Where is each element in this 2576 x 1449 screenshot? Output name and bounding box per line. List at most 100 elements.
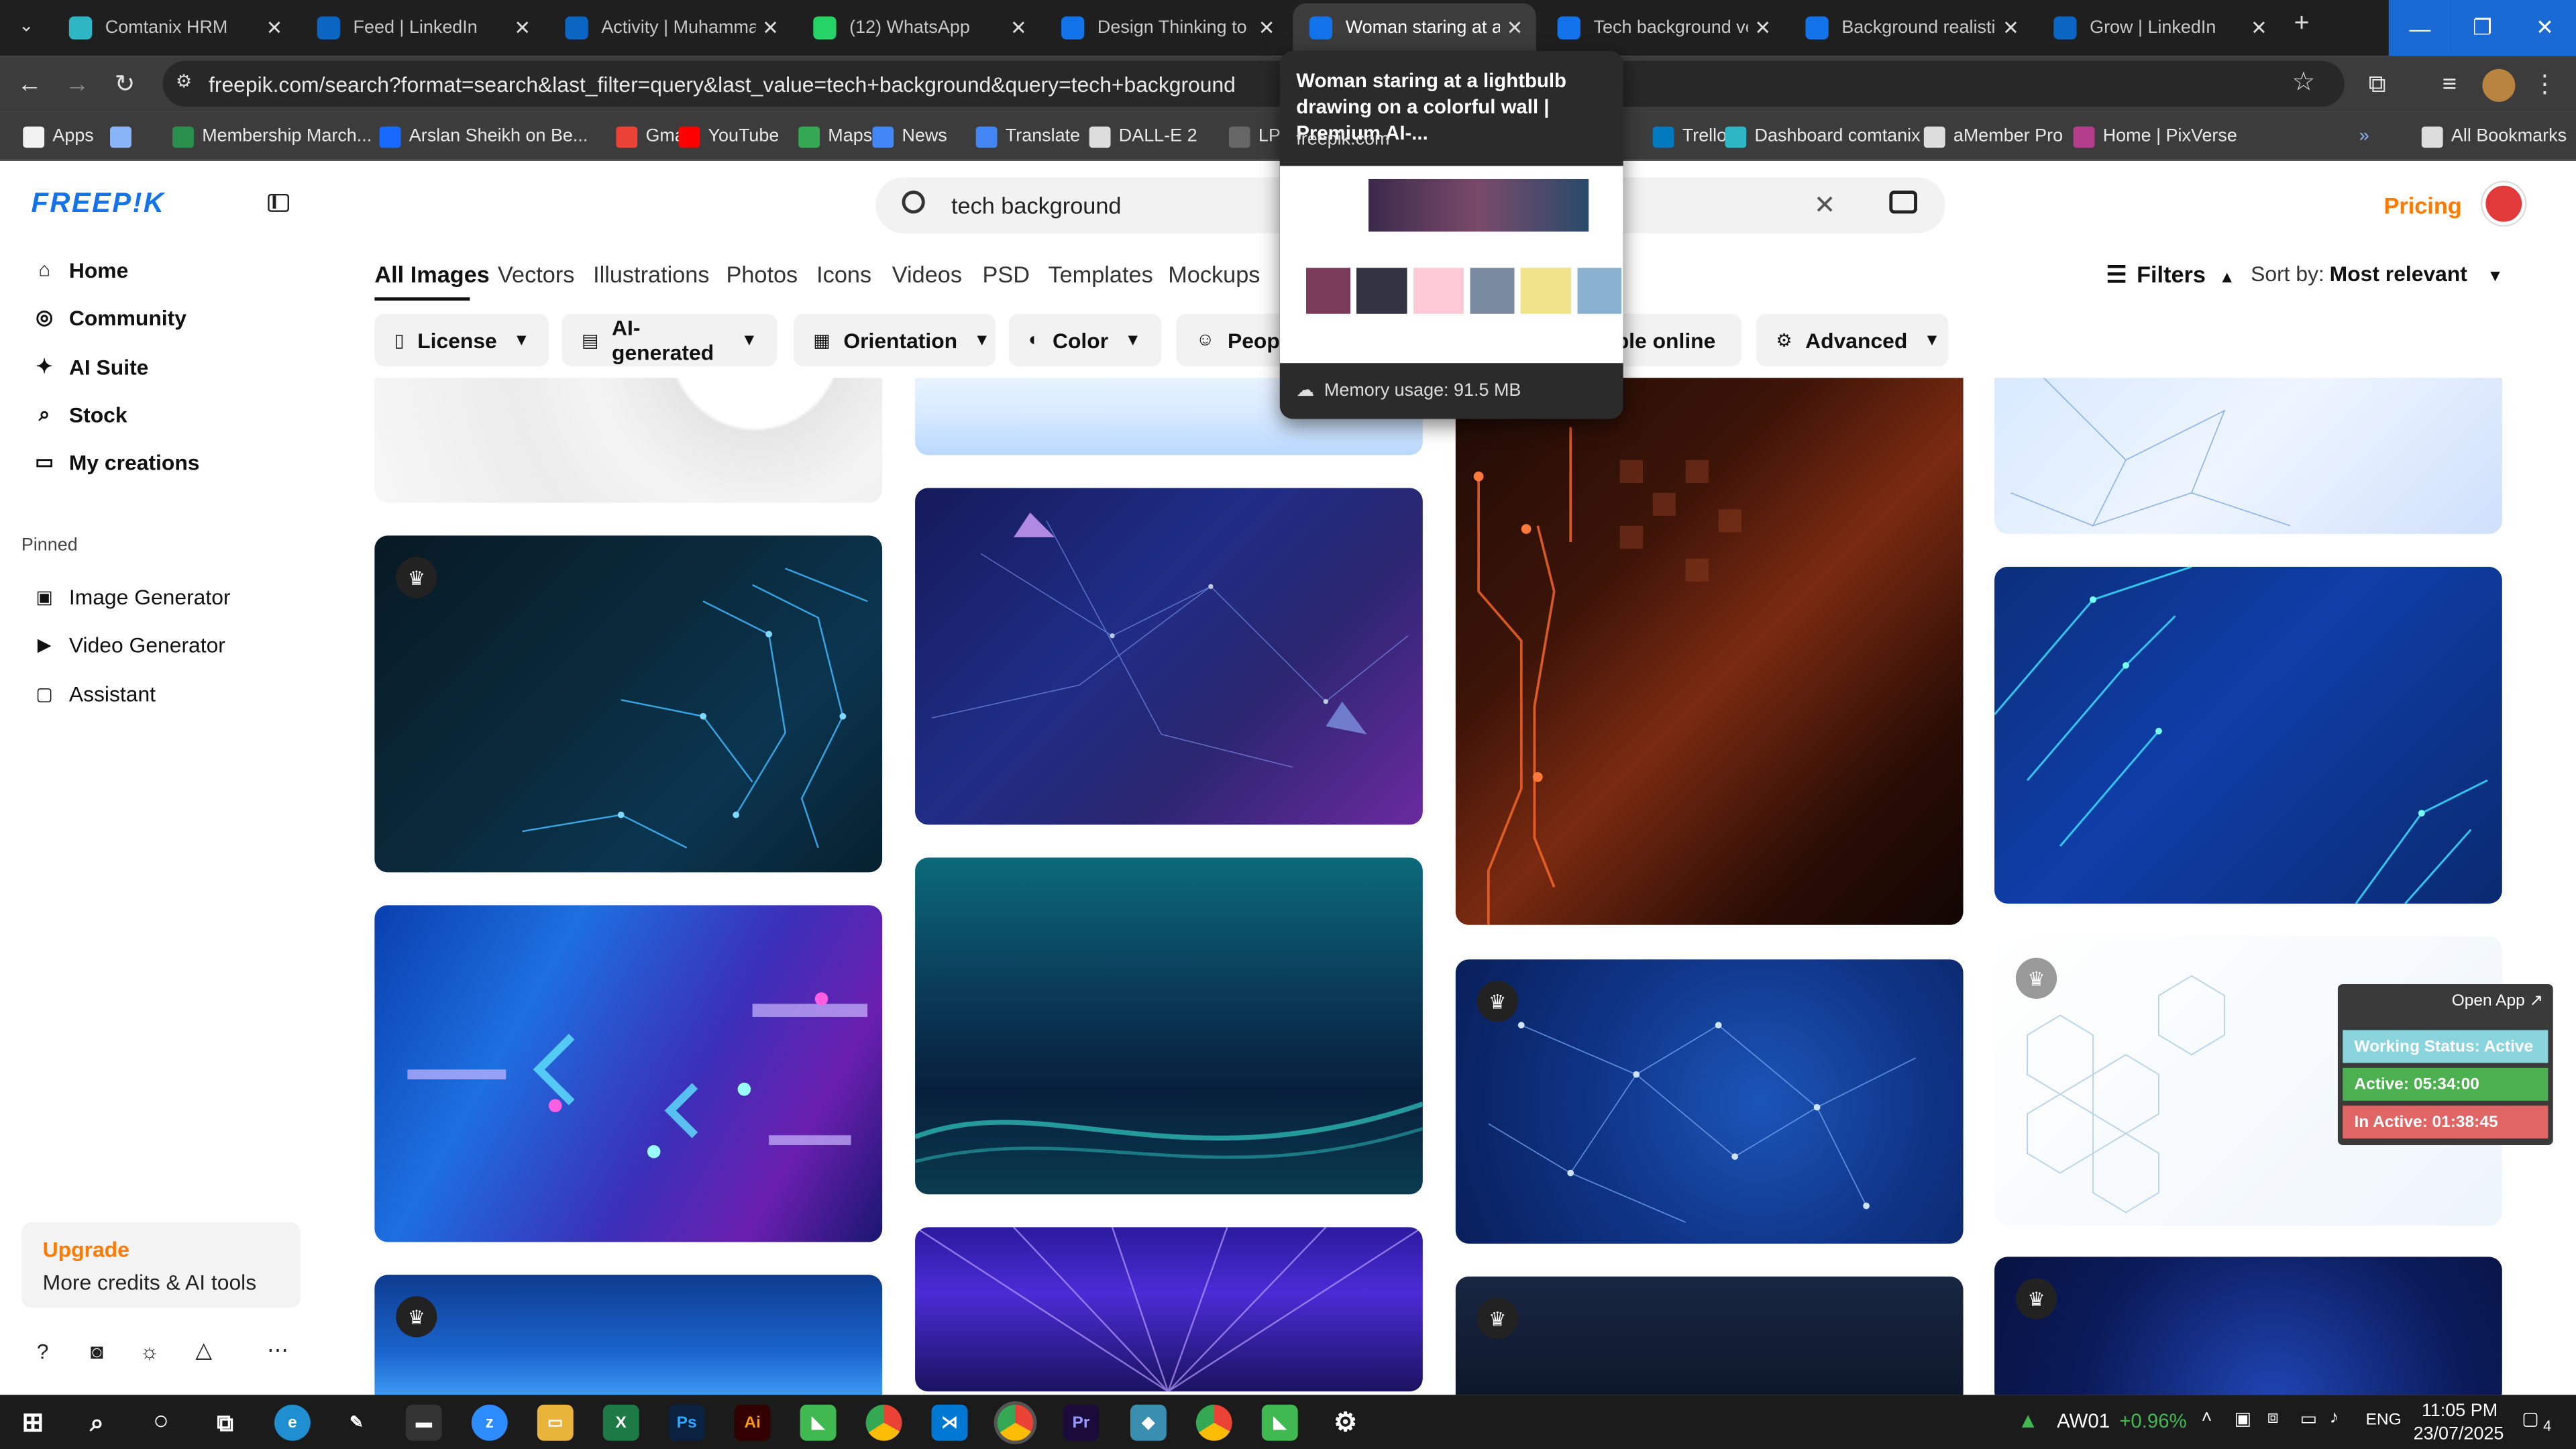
filter-chip-advanced[interactable]: ⚙ Advanced ▼ (1756, 313, 1949, 367)
bookmark-star-icon[interactable]: ☆ (2292, 66, 2315, 99)
screen-icon[interactable]: ⧈ (2267, 1408, 2279, 1430)
tab-all-images[interactable]: All Images (374, 261, 490, 287)
image-card-blue-network[interactable]: ♛ (1455, 959, 1964, 1244)
greenshot-icon[interactable]: ◣ (800, 1404, 837, 1441)
browser-tab[interactable]: Tech background vec ✕ (1541, 3, 1784, 52)
image-card-orange-circuit[interactable] (1455, 378, 1964, 925)
image-card-teal-wave[interactable] (915, 857, 1423, 1195)
sidebar-item-community[interactable]: ◎ Community (33, 299, 186, 335)
tab-photos[interactable]: Photos (726, 261, 798, 287)
vpn-icon[interactable]: ◆ (1130, 1404, 1167, 1441)
filter-chip-ai-generated[interactable]: ▤ AI-generated ▼ (561, 313, 777, 367)
image-card-purple-polygon[interactable] (915, 488, 1423, 825)
bookmark-item[interactable] (110, 123, 140, 150)
bookmark-item[interactable]: Arslan Sheikh on Be... (379, 123, 588, 150)
greenshot-2-icon[interactable]: ◣ (1261, 1404, 1298, 1441)
pen-icon[interactable]: ✎ (338, 1405, 374, 1441)
image-card-light-blue-polygon[interactable] (1994, 378, 2502, 534)
camera-search-icon[interactable] (1889, 191, 1917, 214)
bookmark-item[interactable]: Apps (23, 123, 94, 150)
bookmark-item[interactable]: Dashboard comtanix (1725, 123, 1921, 150)
site-info-icon[interactable]: ⚙ (176, 70, 199, 93)
bookmark-item[interactable]: aMember Pro (1923, 123, 2063, 150)
pricing-link[interactable]: Pricing (2383, 193, 2461, 219)
filter-chip-orientation[interactable]: ▦ Orientation ▼ (793, 313, 996, 367)
image-card-white-circles[interactable] (374, 378, 883, 503)
user-avatar[interactable] (2482, 182, 2526, 225)
tray-chevron-icon[interactable]: ˄ (2202, 1408, 2212, 1428)
forward-arrow-icon[interactable]: → (62, 69, 92, 99)
address-bar[interactable]: ⚙ freepik.com/search?format=search&last_… (162, 60, 2345, 107)
filter-chip-license[interactable]: ▯ License ▼ (374, 313, 549, 367)
browser-tab[interactable]: (12) WhatsApp ✕ (797, 3, 1040, 52)
photoshop-icon[interactable]: Ps (668, 1404, 705, 1441)
illustrator-icon[interactable]: Ai (734, 1404, 771, 1441)
edge-icon[interactable]: e (274, 1404, 311, 1441)
image-card-purple-blue-tech[interactable] (374, 905, 883, 1242)
filters-button[interactable]: ☰ Filters ▲ (2106, 261, 2235, 289)
chrome-active-icon[interactable] (994, 1401, 1037, 1444)
clear-search-icon[interactable]: ✕ (1814, 189, 1836, 222)
bookmark-item[interactable]: Maps (798, 123, 872, 150)
bookmark-item[interactable]: YouTube (678, 123, 779, 150)
browser-tab[interactable]: Background realistic ✕ (1789, 3, 2032, 52)
clock-date[interactable]: 23/07/2025 (2414, 1424, 2504, 1444)
bookmarks-overflow-icon[interactable]: » (2359, 123, 2369, 150)
tab-search-chevron-icon[interactable]: ⌄ (13, 15, 40, 41)
close-tab-icon[interactable]: ✕ (1507, 16, 1523, 39)
tab-vectors[interactable]: Vectors (498, 261, 574, 287)
minimize-button[interactable]: — (2388, 0, 2451, 56)
close-tab-icon[interactable]: ✕ (266, 16, 283, 39)
windows-start-icon[interactable]: ⊞ (15, 1405, 51, 1441)
filter-chip-people[interactable]: ☺ People (1176, 313, 1297, 367)
language-indicator[interactable]: ENG (2366, 1411, 2402, 1430)
close-tab-icon[interactable]: ✕ (1010, 16, 1027, 39)
chrome-icon[interactable] (865, 1404, 902, 1441)
bookmark-item[interactable]: News (872, 123, 947, 150)
vscode-icon[interactable]: ⋊ (931, 1404, 968, 1441)
stock-symbol[interactable]: AW01 (2057, 1409, 2110, 1432)
close-tab-icon[interactable]: ✕ (2251, 16, 2267, 39)
image-card-navy-glow[interactable]: ♛ (1994, 1256, 2502, 1395)
sidebar-item-home[interactable]: ⌂ Home (33, 252, 128, 288)
image-card-teal-circuit[interactable]: ♛ (374, 535, 883, 873)
image-card-blue-wave[interactable]: ♛ (374, 1275, 883, 1395)
media-control-icon[interactable]: ≡ (2434, 69, 2464, 99)
browser-tab[interactable]: Grow | LinkedIn ✕ (2037, 3, 2280, 52)
reload-icon[interactable]: ↻ (110, 69, 140, 99)
terminal-icon[interactable]: ▬ (405, 1404, 442, 1441)
extensions-icon[interactable]: ⧉ (2363, 69, 2392, 99)
file-explorer-icon[interactable]: ▭ (537, 1404, 574, 1441)
browser-tab[interactable]: Activity | Muhammad ✕ (549, 3, 792, 52)
open-app-link[interactable]: Open App ↗ (2452, 992, 2543, 1010)
notification-center-icon[interactable]: ▢ (2522, 1408, 2538, 1429)
image-card-dark-smoke[interactable]: ♛ (1455, 1276, 1964, 1395)
image-card-purple-grid-tunnel[interactable] (915, 1227, 1423, 1392)
new-tab-plus-icon[interactable]: + (2287, 10, 2316, 43)
taskbar-search-icon[interactable]: ⌕ (79, 1405, 115, 1441)
tab-mockups[interactable]: Mockups (1168, 261, 1260, 287)
browser-tab[interactable]: Feed | LinkedIn ✕ (301, 3, 543, 52)
close-tab-icon[interactable]: ✕ (2002, 16, 2019, 39)
zoom-icon[interactable]: z (471, 1404, 508, 1441)
bookmark-item[interactable]: DALL-E 2 (1089, 123, 1197, 150)
close-tab-icon[interactable]: ✕ (762, 16, 779, 39)
restore-button[interactable]: ❐ (2451, 0, 2514, 56)
excel-icon[interactable]: X (602, 1404, 639, 1441)
browser-menu-icon[interactable]: ⋮ (2530, 69, 2559, 99)
sidebar-toggle-icon[interactable] (268, 193, 290, 212)
browser-tab[interactable]: Design Thinking to C ✕ (1045, 3, 1288, 52)
close-window-button[interactable]: ✕ (2513, 0, 2576, 56)
search-input[interactable]: tech background (951, 193, 1122, 219)
tab-videos[interactable]: Videos (892, 261, 962, 287)
close-tab-icon[interactable]: ✕ (1754, 16, 1771, 39)
image-card-blue-circuit[interactable] (1994, 566, 2502, 904)
profile-avatar[interactable] (2482, 68, 2516, 102)
cortana-icon[interactable]: ○ (143, 1405, 179, 1441)
tab-illustrations[interactable]: Illustrations (593, 261, 709, 287)
volume-icon[interactable]: ♪ (2330, 1408, 2339, 1428)
premiere-icon[interactable]: Pr (1063, 1404, 1099, 1441)
bookmark-item[interactable]: Translate (975, 123, 1080, 150)
network-icon[interactable]: ▭ (2300, 1408, 2317, 1429)
clock-time[interactable]: 11:05 PM (2422, 1401, 2498, 1421)
